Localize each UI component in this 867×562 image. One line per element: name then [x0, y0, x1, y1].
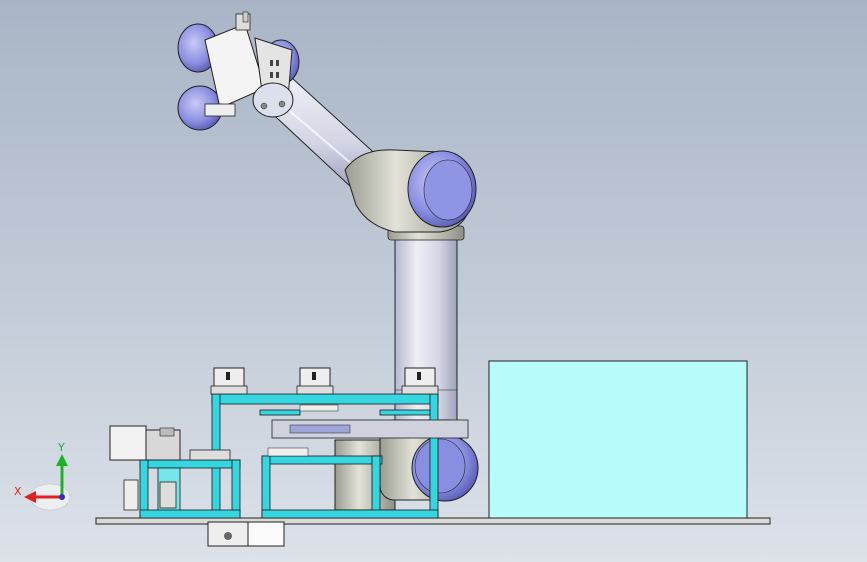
cad-viewport[interactable]: Y X — [0, 0, 867, 562]
chuck-right[interactable] — [401, 367, 439, 395]
y-axis-label: Y — [58, 441, 65, 454]
chuck-middle[interactable] — [296, 367, 334, 395]
chuck-left[interactable] — [210, 367, 248, 395]
robot-workcell-model[interactable] — [0, 0, 867, 562]
axis-triad — [24, 454, 71, 511]
bottom-unit[interactable] — [207, 521, 285, 547]
robot-wrist[interactable] — [177, 11, 300, 131]
base-plate[interactable] — [95, 517, 771, 525]
control-cabinet[interactable] — [488, 360, 748, 519]
robot-elbow-joint[interactable] — [344, 149, 477, 233]
x-axis-label: X — [14, 485, 22, 498]
